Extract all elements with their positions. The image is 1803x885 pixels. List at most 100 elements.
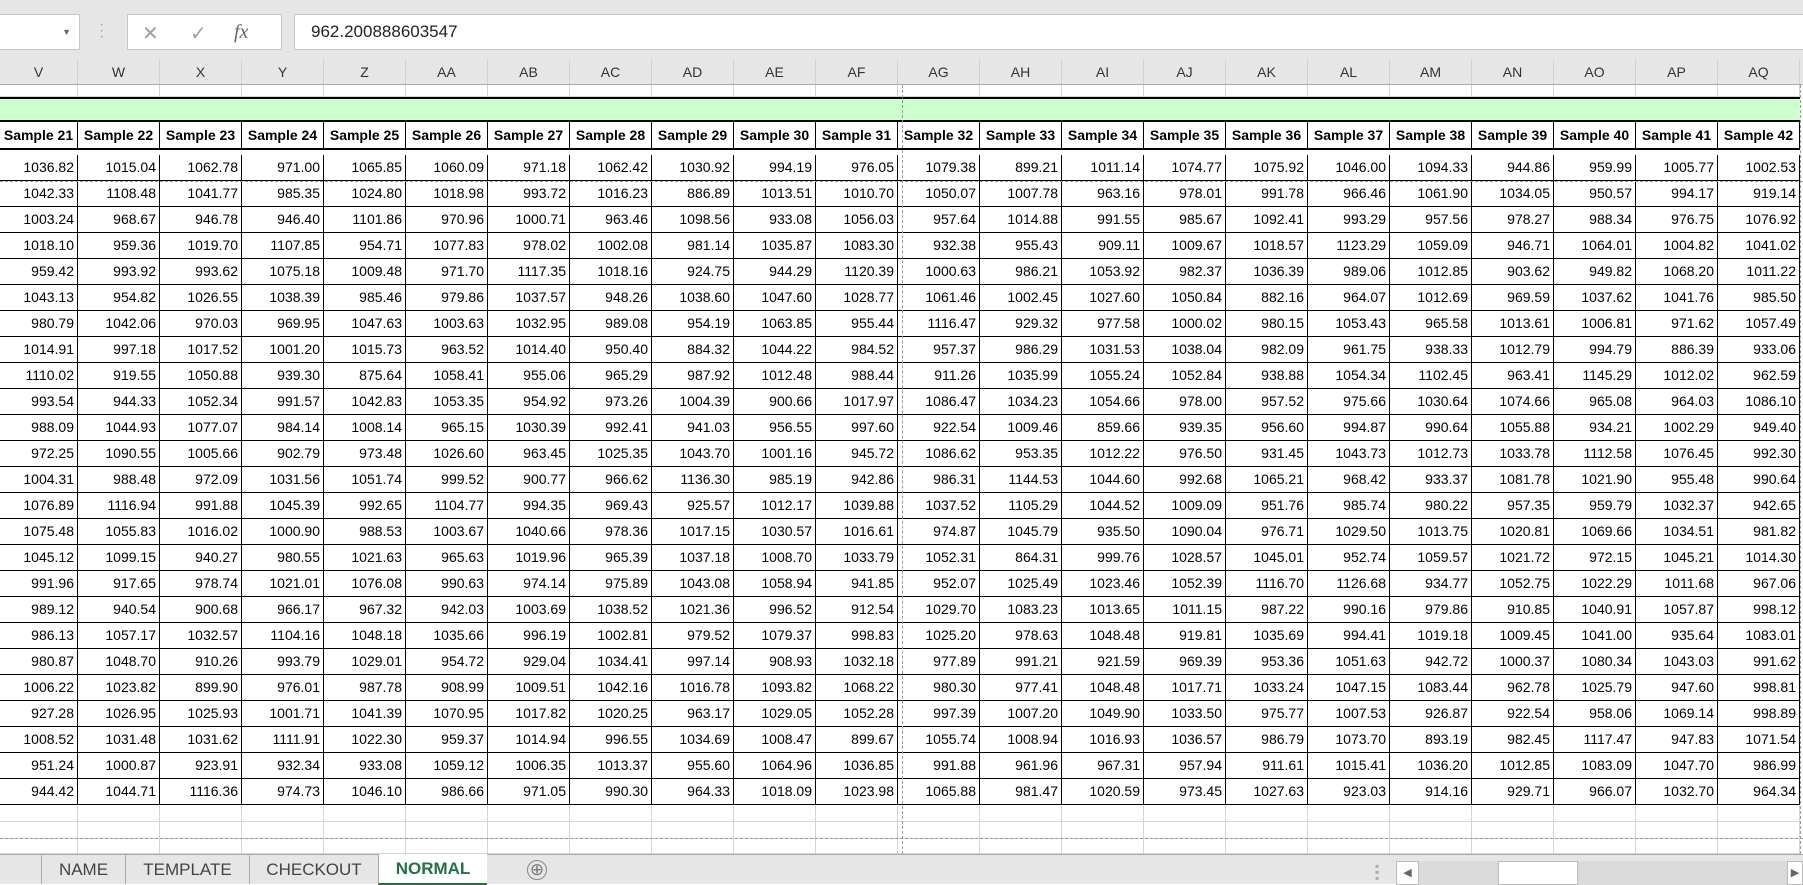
data-cell[interactable]: 1042.33 — [0, 181, 78, 207]
data-cell[interactable]: 1060.09 — [406, 155, 488, 181]
data-cell[interactable]: 1075.18 — [242, 259, 324, 285]
data-cell[interactable]: 952.74 — [1308, 545, 1390, 571]
empty-cell[interactable] — [1718, 85, 1800, 97]
data-cell[interactable]: 953.36 — [1226, 649, 1308, 675]
empty-cell[interactable] — [78, 839, 160, 854]
data-cell[interactable]: 1062.42 — [570, 155, 652, 181]
data-cell[interactable]: 1002.53 — [1718, 155, 1800, 181]
data-cell[interactable]: 1033.78 — [1472, 441, 1554, 467]
data-cell[interactable]: 923.91 — [160, 753, 242, 779]
empty-cell[interactable] — [488, 85, 570, 97]
data-cell[interactable]: 1022.30 — [324, 727, 406, 753]
data-cell[interactable]: 1083.23 — [980, 597, 1062, 623]
empty-cell[interactable] — [242, 839, 324, 854]
data-cell[interactable]: 969.59 — [1472, 285, 1554, 311]
data-cell[interactable]: 1025.79 — [1554, 675, 1636, 701]
data-cell[interactable]: 957.56 — [1390, 207, 1472, 233]
data-cell[interactable]: 942.72 — [1390, 649, 1472, 675]
data-cell[interactable]: 1116.70 — [1226, 571, 1308, 597]
empty-cell[interactable] — [980, 822, 1062, 839]
data-cell[interactable]: 941.03 — [652, 415, 734, 441]
data-cell[interactable]: 1054.66 — [1062, 389, 1144, 415]
data-cell[interactable]: 1055.24 — [1062, 363, 1144, 389]
data-cell[interactable]: 1007.20 — [980, 701, 1062, 727]
empty-cell[interactable] — [406, 85, 488, 97]
data-cell[interactable]: 1000.71 — [488, 207, 570, 233]
data-cell[interactable]: 970.96 — [406, 207, 488, 233]
data-cell[interactable]: 987.22 — [1226, 597, 1308, 623]
data-cell[interactable]: 1023.82 — [78, 675, 160, 701]
data-cell[interactable]: 1026.60 — [406, 441, 488, 467]
sample-header-cell[interactable]: Sample 40 — [1554, 122, 1636, 150]
empty-cell[interactable] — [324, 839, 406, 854]
data-cell[interactable]: 942.03 — [406, 597, 488, 623]
formula-input[interactable]: 962.200888603547 — [294, 14, 1803, 50]
data-cell[interactable]: 1092.41 — [1226, 207, 1308, 233]
data-cell[interactable]: 991.55 — [1062, 207, 1144, 233]
data-cell[interactable]: 968.42 — [1308, 467, 1390, 493]
data-cell[interactable]: 1029.05 — [734, 701, 816, 727]
data-cell[interactable]: 985.50 — [1718, 285, 1800, 311]
data-cell[interactable]: 1037.57 — [488, 285, 570, 311]
data-cell[interactable]: 1062.78 — [160, 155, 242, 181]
data-cell[interactable]: 917.65 — [78, 571, 160, 597]
data-cell[interactable]: 1036.85 — [816, 753, 898, 779]
data-cell[interactable]: 981.14 — [652, 233, 734, 259]
data-cell[interactable]: 1021.72 — [1472, 545, 1554, 571]
data-cell[interactable]: 1000.02 — [1144, 311, 1226, 337]
data-cell[interactable]: 922.54 — [898, 415, 980, 441]
data-cell[interactable]: 1031.53 — [1062, 337, 1144, 363]
data-cell[interactable]: 963.52 — [406, 337, 488, 363]
horizontal-scrollbar[interactable]: ◀ ▶ — [1396, 861, 1803, 885]
data-cell[interactable]: 1042.06 — [78, 311, 160, 337]
data-cell[interactable]: 1008.52 — [0, 727, 78, 753]
data-cell[interactable]: 1042.83 — [324, 389, 406, 415]
data-cell[interactable]: 1033.79 — [816, 545, 898, 571]
data-cell[interactable]: 957.94 — [1144, 753, 1226, 779]
data-cell[interactable]: 986.13 — [0, 623, 78, 649]
data-cell[interactable]: 1037.18 — [652, 545, 734, 571]
data-cell[interactable]: 1012.69 — [1390, 285, 1472, 311]
empty-cell[interactable] — [324, 805, 406, 822]
data-cell[interactable]: 974.73 — [242, 779, 324, 805]
data-cell[interactable]: 957.52 — [1226, 389, 1308, 415]
data-cell[interactable]: 949.40 — [1718, 415, 1800, 441]
data-cell[interactable]: 946.71 — [1472, 233, 1554, 259]
data-cell[interactable]: 973.48 — [324, 441, 406, 467]
data-cell[interactable]: 925.57 — [652, 493, 734, 519]
data-cell[interactable]: 1014.30 — [1718, 545, 1800, 571]
data-cell[interactable]: 965.29 — [570, 363, 652, 389]
empty-cell[interactable] — [1390, 85, 1472, 97]
data-cell[interactable]: 1038.04 — [1144, 337, 1226, 363]
data-cell[interactable]: 886.89 — [652, 181, 734, 207]
data-cell[interactable]: 1043.03 — [1636, 649, 1718, 675]
data-cell[interactable]: 1022.29 — [1554, 571, 1636, 597]
data-cell[interactable]: 971.05 — [488, 779, 570, 805]
data-cell[interactable]: 1018.10 — [0, 233, 78, 259]
empty-cell[interactable] — [1554, 85, 1636, 97]
column-header-W[interactable]: W — [78, 60, 160, 84]
data-cell[interactable]: 1051.74 — [324, 467, 406, 493]
empty-cell[interactable] — [1390, 805, 1472, 822]
data-cell[interactable]: 1000.90 — [242, 519, 324, 545]
data-cell[interactable]: 1037.52 — [898, 493, 980, 519]
data-cell[interactable]: 985.35 — [242, 181, 324, 207]
data-cell[interactable]: 1077.83 — [406, 233, 488, 259]
data-cell[interactable]: 1036.82 — [0, 155, 78, 181]
data-cell[interactable]: 1031.48 — [78, 727, 160, 753]
empty-cell[interactable] — [0, 822, 78, 839]
data-cell[interactable]: 980.87 — [0, 649, 78, 675]
data-cell[interactable]: 1029.50 — [1308, 519, 1390, 545]
data-cell[interactable]: 1020.59 — [1062, 779, 1144, 805]
data-cell[interactable]: 1030.92 — [652, 155, 734, 181]
data-cell[interactable]: 1035.87 — [734, 233, 816, 259]
data-cell[interactable]: 988.34 — [1554, 207, 1636, 233]
data-cell[interactable]: 941.85 — [816, 571, 898, 597]
data-cell[interactable]: 990.63 — [406, 571, 488, 597]
empty-cell[interactable] — [488, 822, 570, 839]
empty-cell[interactable] — [980, 805, 1062, 822]
column-header-AH[interactable]: AH — [980, 60, 1062, 84]
data-cell[interactable]: 966.62 — [570, 467, 652, 493]
data-cell[interactable]: 1116.36 — [160, 779, 242, 805]
data-cell[interactable]: 945.72 — [816, 441, 898, 467]
